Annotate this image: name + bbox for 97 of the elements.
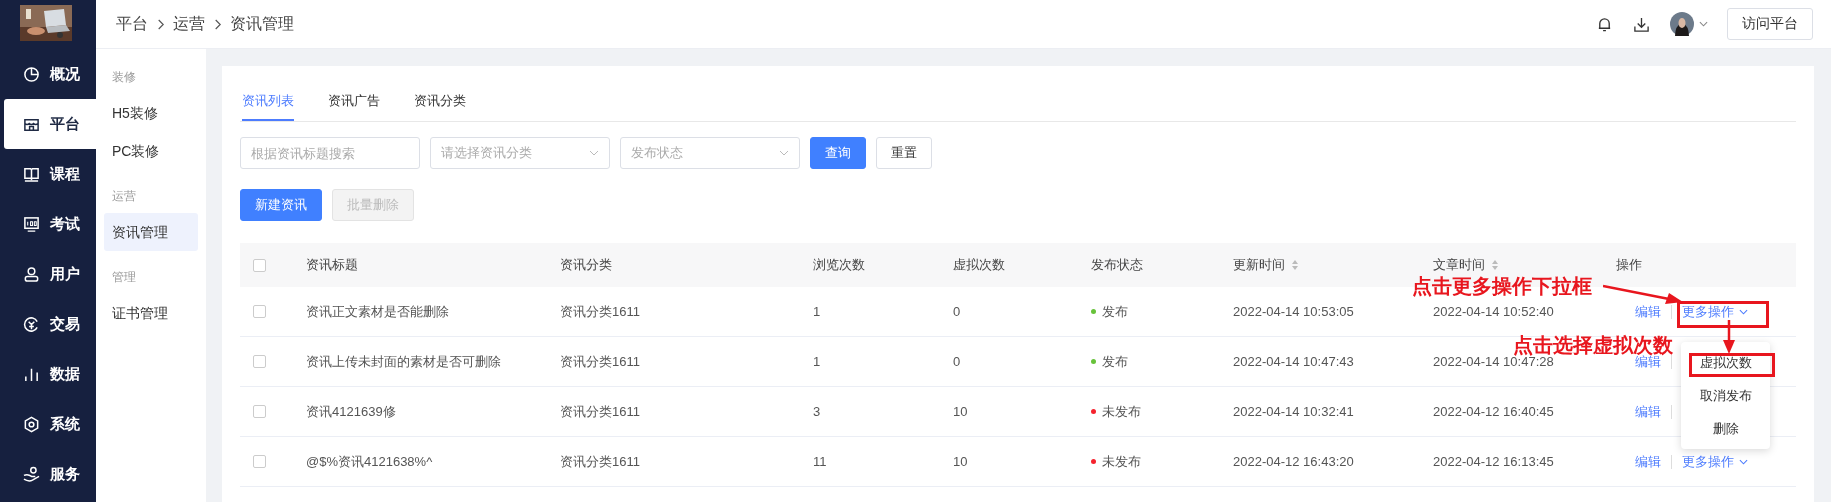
column-header: 资讯标题 xyxy=(306,256,358,274)
nav-item[interactable]: 用户 xyxy=(4,249,96,299)
download-icon[interactable] xyxy=(1633,15,1650,33)
monitor-icon xyxy=(23,215,40,233)
caret-icon[interactable] xyxy=(1739,458,1748,465)
table-cell: 10 xyxy=(953,454,968,469)
pie-chart-icon xyxy=(23,65,40,83)
table-cell: 3 xyxy=(813,404,821,419)
breadcrumb-item[interactable]: 资讯管理 xyxy=(230,13,294,35)
status-label: 未发布 xyxy=(1102,402,1141,421)
table-cell: 2022-04-14 10:32:41 xyxy=(1233,404,1354,419)
nav-item[interactable]: 课程 xyxy=(4,149,96,199)
table-cell: 2022-04-14 10:47:43 xyxy=(1233,354,1354,369)
column-header: 虚拟次数 xyxy=(953,256,1005,274)
checkbox[interactable] xyxy=(253,355,266,368)
status-label: 发布 xyxy=(1102,352,1128,371)
caret-icon[interactable] xyxy=(1699,21,1708,27)
menu-group-title: 运营 xyxy=(111,188,137,205)
checkbox[interactable] xyxy=(253,455,266,468)
annotation-text: 点击更多操作下拉框 xyxy=(1412,276,1592,296)
table-cell: 2022-04-14 10:53:05 xyxy=(1233,304,1354,319)
column-header: 资讯分类 xyxy=(560,256,612,274)
checkbox[interactable] xyxy=(253,305,266,318)
status-label: 发布 xyxy=(1102,302,1128,321)
table-cell: 资讯4121639修 xyxy=(306,402,396,421)
column-header: 浏览次数 xyxy=(813,256,865,274)
table-cell: 0 xyxy=(953,354,961,369)
nav-item[interactable]: 概况 xyxy=(4,49,96,99)
annotation-text: 点击选择虚拟次数 xyxy=(1513,335,1673,355)
bell-icon[interactable] xyxy=(1596,15,1613,33)
nav-item[interactable]: 交易 xyxy=(4,299,96,349)
table-cell: 0 xyxy=(953,304,961,319)
search-field[interactable]: 根据资讯标题搜索 xyxy=(240,137,420,169)
menu-item[interactable]: 虚拟次数 xyxy=(1699,355,1752,370)
sort-icon[interactable] xyxy=(1491,259,1499,271)
table-cell: 资讯分类1611 xyxy=(560,352,640,371)
annotation-arrow xyxy=(1722,320,1736,354)
checkbox[interactable] xyxy=(253,258,266,272)
table-cell: 资讯分类1611 xyxy=(560,302,640,321)
table-cell: 资讯分类1611 xyxy=(560,452,640,471)
column-header: 发布状态 xyxy=(1091,256,1143,274)
submenu-item[interactable]: 资讯管理 xyxy=(104,213,198,251)
edit-link[interactable]: 编辑 xyxy=(1635,402,1661,421)
table-cell: 2022-04-12 16:40:45 xyxy=(1433,404,1554,419)
hand-icon xyxy=(23,465,40,483)
nav-item[interactable]: 考试 xyxy=(4,199,96,249)
more-actions-link[interactable]: 更多操作 xyxy=(1682,452,1734,471)
edit-link[interactable]: 编辑 xyxy=(1635,452,1661,471)
create-button[interactable]: 新建资讯 xyxy=(240,189,322,221)
table-cell: @$%资讯4121638%^ xyxy=(306,452,433,471)
nav-item[interactable]: 服务 xyxy=(4,449,96,499)
query-button[interactable]: 查询 xyxy=(810,137,866,169)
more-actions-link[interactable]: 更多操作 xyxy=(1682,302,1734,321)
visit-platform-button[interactable]: 访问平台 xyxy=(1727,8,1813,40)
tab[interactable]: 资讯列表 xyxy=(242,84,294,121)
table-cell: 1 xyxy=(813,354,821,369)
coin-icon xyxy=(23,315,40,333)
status-label: 未发布 xyxy=(1102,452,1141,471)
sort-icon[interactable] xyxy=(1291,259,1299,271)
column-header: 操作 xyxy=(1616,256,1642,274)
tab[interactable]: 资讯广告 xyxy=(328,84,380,121)
submenu-item[interactable]: H5装修 xyxy=(104,94,198,132)
breadcrumb-item[interactable]: 运营 xyxy=(173,13,205,35)
reset-button[interactable]: 重置 xyxy=(876,137,932,169)
table-cell: 11 xyxy=(813,454,827,469)
user-icon xyxy=(23,265,40,283)
chevron-down-icon[interactable] xyxy=(589,150,599,156)
table-cell: 资讯上传未封面的素材是否可删除 xyxy=(306,352,501,371)
avatar[interactable] xyxy=(1670,12,1694,36)
edit-link[interactable]: 编辑 xyxy=(1635,302,1661,321)
menu-group-title: 管理 xyxy=(111,269,137,286)
book-icon xyxy=(23,165,40,183)
checkbox[interactable] xyxy=(253,405,266,418)
nav-item[interactable]: 平台 xyxy=(4,99,96,149)
chevron-right-icon xyxy=(156,17,165,31)
table-cell: 资讯分类1611 xyxy=(560,402,640,421)
nav-item[interactable]: 数据 xyxy=(4,349,96,399)
submenu-item[interactable]: PC装修 xyxy=(104,132,198,170)
nav-item[interactable]: 系统 xyxy=(4,399,96,449)
breadcrumb-item[interactable]: 平台 xyxy=(116,13,148,35)
chevron-right-icon xyxy=(213,17,222,31)
tab[interactable]: 资讯分类 xyxy=(414,84,466,121)
table-cell: 1 xyxy=(813,304,821,319)
menu-item[interactable]: 取消发布 xyxy=(1699,388,1752,403)
table-cell: 2022-04-12 16:43:20 xyxy=(1233,454,1354,469)
table-cell: 资讯正文素材是否能删除 xyxy=(306,302,449,321)
chevron-down-icon[interactable] xyxy=(779,150,789,156)
table-cell: 2022-04-14 10:52:40 xyxy=(1433,304,1554,319)
settings-icon xyxy=(23,415,40,433)
column-header: 更新时间 xyxy=(1233,256,1285,274)
table-cell: 2022-04-12 16:13:45 xyxy=(1433,454,1554,469)
menu-item[interactable]: 删除 xyxy=(1712,421,1739,436)
caret-icon[interactable] xyxy=(1739,308,1748,315)
column-header: 文章时间 xyxy=(1433,256,1485,274)
submenu-item[interactable]: 证书管理 xyxy=(104,294,198,332)
menu-group-title: 装修 xyxy=(111,69,137,86)
table-cell: 10 xyxy=(953,404,968,419)
